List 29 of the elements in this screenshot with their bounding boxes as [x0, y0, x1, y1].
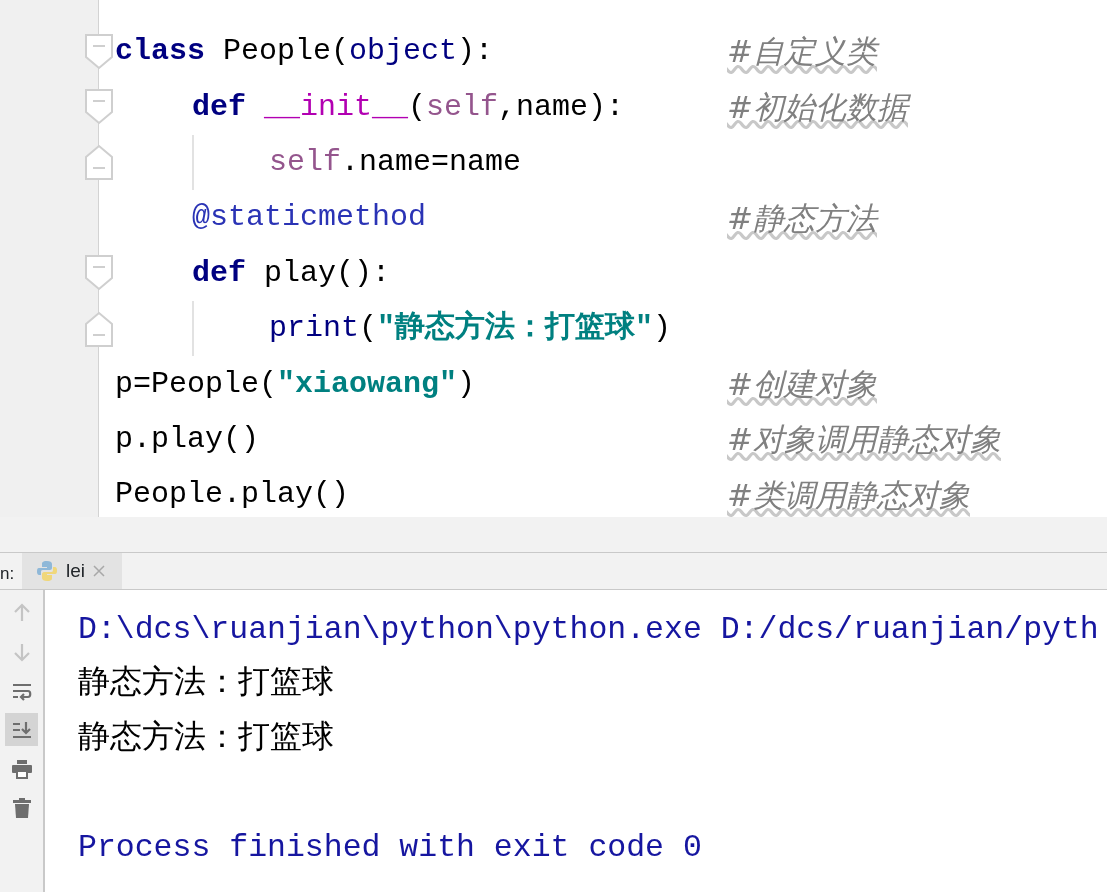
fold-icon[interactable] [85, 89, 113, 126]
python-icon [36, 560, 58, 582]
run-tab[interactable]: lei [22, 553, 122, 589]
trash-icon[interactable] [10, 796, 33, 819]
code-line: self.name=name [269, 143, 522, 181]
code-line: def __init__(self,name): [192, 88, 625, 126]
code-line: p=People("xiaowang") [115, 365, 476, 403]
code-line: print("静态方法：打篮球") [269, 309, 672, 348]
code-line: class People(object): [115, 33, 494, 71]
console-line: 静态方法：打篮球 [78, 719, 334, 758]
console-line: 静态方法：打篮球 [78, 664, 334, 704]
code-comment: #类调用静态对象 [727, 475, 970, 515]
code-comment: #对象调用静态对象 [727, 420, 1001, 460]
fold-icon[interactable] [85, 255, 113, 292]
close-icon[interactable] [93, 565, 105, 577]
console-line: Process finished with exit code 0 [78, 828, 702, 867]
panel-label: n: [0, 563, 16, 585]
console-line: D:\dcs\ruanjian\python\python.exe D:/dcs/ruanjian/pyth [78, 610, 1099, 649]
code-line: People.play() [115, 476, 350, 514]
unfold-icon[interactable] [85, 144, 113, 181]
code-line: p.play() [115, 420, 260, 458]
code-line: @staticmethod [192, 199, 427, 237]
fold-icon[interactable] [85, 33, 113, 70]
code-comment: #创建对象 [727, 364, 877, 404]
code-comment: #静态方法 [727, 198, 877, 238]
splitter-bar[interactable] [0, 517, 1107, 553]
code-line: def play(): [192, 254, 391, 292]
unfold-icon[interactable] [85, 310, 113, 347]
printer-icon[interactable] [10, 757, 33, 780]
